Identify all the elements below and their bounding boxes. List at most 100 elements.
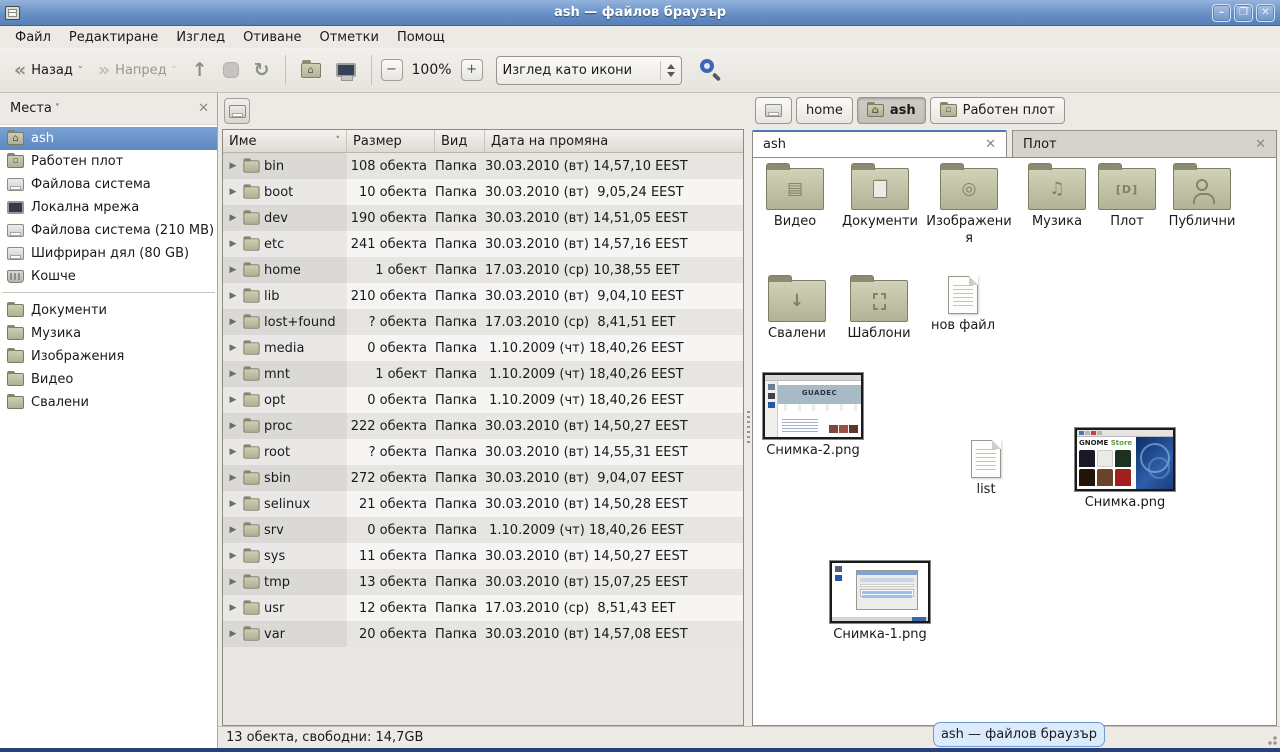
expander-icon[interactable]: ▶ — [227, 603, 239, 613]
column-header-name[interactable]: Име˅ — [223, 130, 347, 152]
tab-ash[interactable]: ash ✕ — [752, 130, 1007, 157]
file-snimka-2[interactable]: GUADEC Снимка-2.png — [761, 373, 865, 460]
table-row[interactable]: ▶ media 0 обекта Папка 1.10.2009 (чт) 18… — [223, 335, 743, 361]
expander-icon[interactable]: ▶ — [227, 317, 239, 327]
minimize-button[interactable]: – — [1212, 4, 1231, 22]
icon-view[interactable]: ▤ Видео Документи ◎ Изображения ♫ — [752, 157, 1277, 726]
column-header-size[interactable]: Размер — [347, 130, 435, 152]
stop-button[interactable] — [217, 58, 245, 82]
expander-icon[interactable]: ▶ — [227, 421, 239, 431]
table-row[interactable]: ▶ home 1 обект Папка 17.03.2010 (ср) 10,… — [223, 257, 743, 283]
back-button[interactable]: « Назад ˅ — [8, 57, 89, 83]
table-row[interactable]: ▶ sbin 272 обекта Папка 30.03.2010 (вт) … — [223, 465, 743, 491]
folder-public[interactable]: Публични — [1159, 168, 1245, 231]
expander-icon[interactable]: ▶ — [227, 187, 239, 197]
sidebar-bookmark-item[interactable]: Музика — [0, 322, 217, 345]
file-list[interactable]: list — [953, 440, 1019, 499]
maximize-button[interactable]: ❐ — [1234, 4, 1253, 22]
table-row[interactable]: ▶ opt 0 обекта Папка 1.10.2009 (чт) 18,4… — [223, 387, 743, 413]
zoom-in-button[interactable]: + — [461, 59, 483, 81]
menu-item[interactable]: Помощ — [388, 28, 454, 47]
menu-item[interactable]: Изглед — [167, 28, 234, 47]
reload-button[interactable]: ↻ — [248, 57, 276, 83]
file-new-file[interactable]: нов файл — [921, 276, 1005, 335]
sidebar-place-item[interactable]: Файлова система (210 MB) — [0, 219, 217, 242]
expander-icon[interactable]: ▶ — [227, 395, 239, 405]
search-button[interactable] — [697, 57, 723, 83]
sidebar-title[interactable]: Места — [10, 101, 52, 116]
forward-button[interactable]: » Напред ˅ — [92, 57, 183, 83]
table-row[interactable]: ▶ selinux 21 обекта Папка 30.03.2010 (вт… — [223, 491, 743, 517]
folder-templates[interactable]: Шаблони — [838, 280, 920, 343]
sidebar-bookmark-item[interactable]: Видео — [0, 368, 217, 391]
expander-icon[interactable]: ▶ — [227, 499, 239, 509]
column-header-date[interactable]: Дата на промяна — [485, 130, 743, 152]
table-row[interactable]: ▶ dev 190 обекта Папка 30.03.2010 (вт) 1… — [223, 205, 743, 231]
menu-item[interactable]: Отиване — [234, 28, 310, 47]
table-row[interactable]: ▶ lib 210 обекта Папка 30.03.2010 (вт) 9… — [223, 283, 743, 309]
tree-root-button[interactable] — [224, 98, 250, 124]
sidebar-place-item[interactable]: Шифриран дял (80 GB) — [0, 242, 217, 265]
breadcrumb-desktop-button[interactable]: Работен плот — [930, 97, 1065, 124]
table-row[interactable]: ▶ tmp 13 обекта Папка 30.03.2010 (вт) 15… — [223, 569, 743, 595]
sidebar-bookmark-item[interactable]: Документи — [0, 299, 217, 322]
sidebar-place-item[interactable]: Работен плот — [0, 150, 217, 173]
taskbar-window-button[interactable]: ash — файлов браузър — [933, 722, 1105, 747]
file-snimka[interactable]: GNOME Store Снимка.png — [1073, 428, 1177, 512]
folder-music[interactable]: ♫ Музика — [1016, 168, 1098, 231]
sidebar-place-item[interactable]: Кошче — [0, 265, 217, 288]
table-row[interactable]: ▶ proc 222 обекта Папка 30.03.2010 (вт) … — [223, 413, 743, 439]
expander-icon[interactable]: ▶ — [227, 551, 239, 561]
expander-icon[interactable]: ▶ — [227, 343, 239, 353]
folder-pictures[interactable]: ◎ Изображения — [923, 168, 1015, 248]
table-row[interactable]: ▶ bin 108 обекта Папка 30.03.2010 (вт) 1… — [223, 153, 743, 179]
tab-close-icon[interactable]: ✕ — [985, 137, 996, 152]
folder-video[interactable]: ▤ Видео — [755, 168, 835, 231]
table-row[interactable]: ▶ usr 12 обекта Папка 17.03.2010 (ср) 8,… — [223, 595, 743, 621]
expander-icon[interactable]: ▶ — [227, 577, 239, 587]
table-row[interactable]: ▶ sys 11 обекта Папка 30.03.2010 (вт) 14… — [223, 543, 743, 569]
table-row[interactable]: ▶ lost+found ? обекта Папка 17.03.2010 (… — [223, 309, 743, 335]
table-row[interactable]: ▶ etc 241 обекта Папка 30.03.2010 (вт) 1… — [223, 231, 743, 257]
expander-icon[interactable]: ▶ — [227, 369, 239, 379]
menu-item[interactable]: Файл — [6, 28, 60, 47]
menu-item[interactable]: Редактиране — [60, 28, 167, 47]
sidebar-mode-caret-icon[interactable]: ˅ — [55, 103, 60, 114]
back-history-caret-icon[interactable]: ˅ — [78, 66, 83, 75]
pane-splitter[interactable] — [744, 129, 752, 726]
expander-icon[interactable]: ▶ — [227, 239, 239, 249]
title-bar[interactable]: ash — файлов браузър – ❐ ✕ — [0, 0, 1280, 26]
sidebar-close-icon[interactable]: ✕ — [198, 101, 209, 116]
home-button[interactable]: ⌂ — [295, 59, 327, 82]
resize-grip[interactable] — [1264, 732, 1278, 746]
breadcrumb-root-button[interactable] — [755, 97, 792, 124]
column-header-type[interactable]: Вид — [435, 130, 485, 152]
close-button[interactable]: ✕ — [1256, 4, 1275, 22]
menu-item[interactable]: Отметки — [310, 28, 387, 47]
breadcrumb-ash-button[interactable]: ash — [857, 97, 926, 124]
folder-desktop[interactable]: [D] Плот — [1097, 168, 1157, 231]
expander-icon[interactable]: ▶ — [227, 447, 239, 457]
table-row[interactable]: ▶ var 20 обекта Папка 30.03.2010 (вт) 14… — [223, 621, 743, 647]
folder-downloads[interactable]: ↓ Свалени — [756, 280, 838, 343]
expander-icon[interactable]: ▶ — [227, 213, 239, 223]
expander-icon[interactable]: ▶ — [227, 473, 239, 483]
table-row[interactable]: ▶ srv 0 обекта Папка 1.10.2009 (чт) 18,4… — [223, 517, 743, 543]
table-row[interactable]: ▶ boot 10 обекта Папка 30.03.2010 (вт) 9… — [223, 179, 743, 205]
file-snimka-1[interactable]: Снимка-1.png — [828, 561, 932, 644]
sidebar-place-item[interactable]: Локална мрежа — [0, 196, 217, 219]
table-row[interactable]: ▶ root ? обекта Папка 30.03.2010 (вт) 14… — [223, 439, 743, 465]
folder-documents[interactable]: Документи — [835, 168, 925, 231]
expander-icon[interactable]: ▶ — [227, 629, 239, 639]
sidebar-place-item[interactable]: Файлова система — [0, 173, 217, 196]
up-button[interactable]: ↑ — [186, 57, 214, 83]
table-row[interactable]: ▶ mnt 1 обект Папка 1.10.2009 (чт) 18,40… — [223, 361, 743, 387]
expander-icon[interactable]: ▶ — [227, 525, 239, 535]
expander-icon[interactable]: ▶ — [227, 265, 239, 275]
expander-icon[interactable]: ▶ — [227, 161, 239, 171]
computer-button[interactable] — [330, 59, 362, 81]
breadcrumb-home-button[interactable]: home — [796, 97, 853, 124]
view-mode-select[interactable]: Изглед като икони — [496, 56, 682, 85]
tab-desktop[interactable]: Плот ✕ — [1012, 130, 1277, 157]
sidebar-bookmark-item[interactable]: Свалени — [0, 391, 217, 414]
